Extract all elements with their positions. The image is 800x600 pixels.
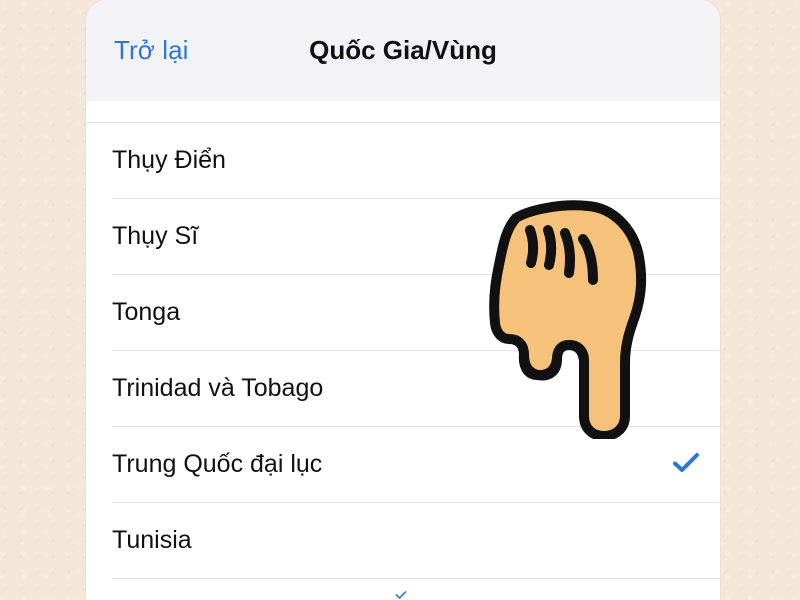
list-item-label: Tonga <box>112 298 181 326</box>
page-title: Quốc Gia/Vùng <box>309 35 497 65</box>
country-list: Thụy Điển Thụy Sĩ Tonga Trinidad và Toba… <box>86 101 720 600</box>
list-item-label: Trung Quốc đại lục <box>112 450 323 478</box>
list-item-selected[interactable]: Trung Quốc đại lục <box>86 427 720 503</box>
list-item[interactable]: Tunisia <box>86 503 720 579</box>
small-check-icon <box>395 591 407 599</box>
phone-screen: Trở lại Quốc Gia/Vùng Thụy Điển Thụy Sĩ … <box>86 0 720 600</box>
list-item[interactable]: Tonga <box>86 275 720 351</box>
list-divider <box>112 578 720 579</box>
list-item[interactable]: Trinidad và Tobago <box>86 351 720 427</box>
list-item[interactable]: Thụy Sĩ <box>86 199 720 275</box>
list-item-label: Trinidad và Tobago <box>112 374 324 402</box>
list-item-label: Thụy Sĩ <box>112 222 199 250</box>
list-item-label: Tunisia <box>112 526 192 554</box>
navigation-bar: Trở lại Quốc Gia/Vùng <box>86 0 720 102</box>
check-icon <box>673 453 699 472</box>
list-item[interactable]: Thụy Điển <box>86 123 720 199</box>
list-item-label: Thụy Điển <box>112 146 226 174</box>
